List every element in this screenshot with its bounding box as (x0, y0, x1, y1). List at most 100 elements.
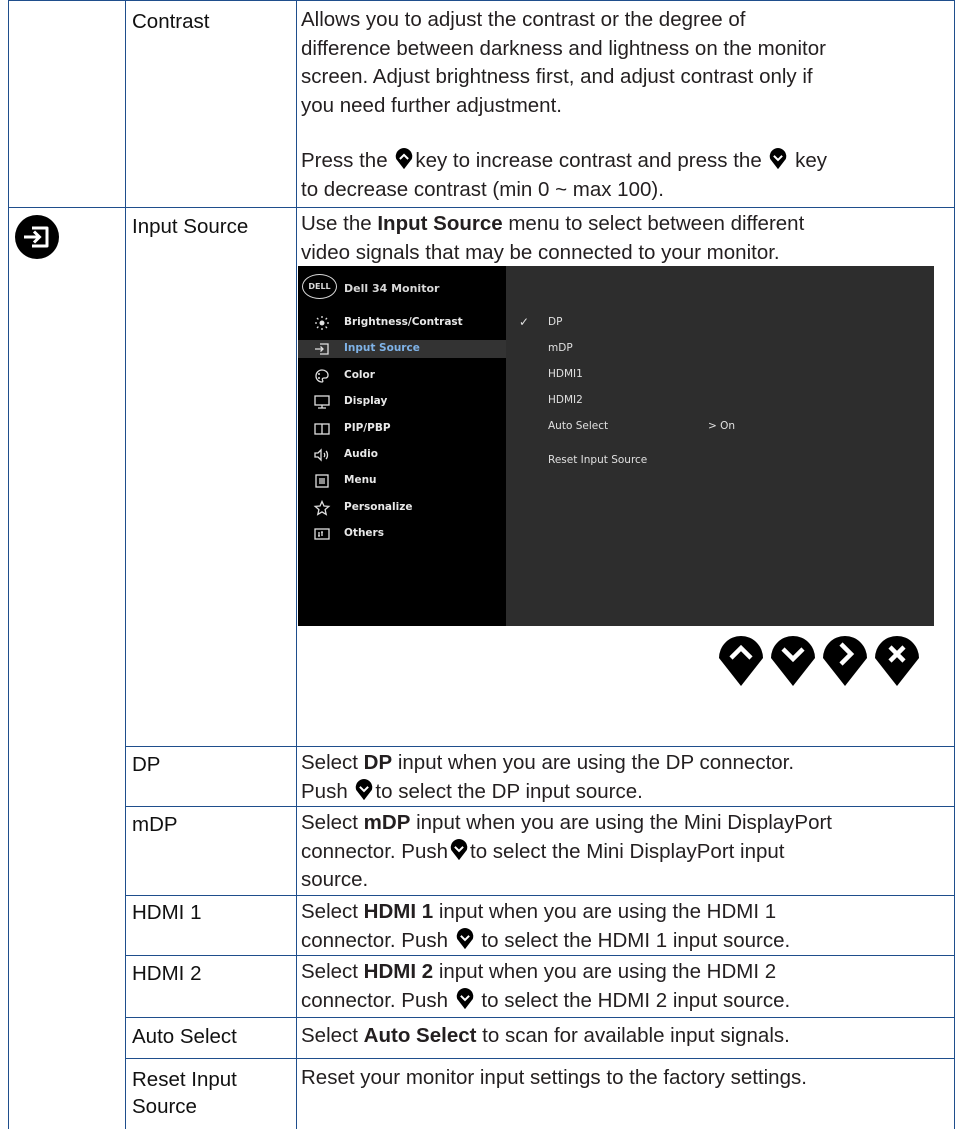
text-fragment: key (795, 149, 828, 172)
text-fragment: Use the (301, 212, 378, 235)
row-label-contrast: Contrast (132, 10, 210, 33)
text-line: video signals that may be connected to y… (301, 240, 780, 264)
hdmi2-description: Select HDMI 2 input when you are using t… (301, 958, 951, 1015)
text-line: Select HDMI 2 input when you are using t… (301, 958, 951, 987)
text-line: Allows you to adjust the contrast or the… (301, 8, 746, 31)
osd-menu-item[interactable]: Others (298, 525, 506, 543)
row-divider (125, 1017, 954, 1018)
down-button-icon (356, 778, 373, 800)
text-fragment: input when you are using the HDMI 1 (433, 900, 777, 923)
pip-pbp-icon (314, 422, 330, 435)
reset-input-source-description: Reset your monitor input settings to the… (301, 1066, 807, 1089)
row-label-input-source: Input Source (132, 215, 249, 238)
osd-menu-item[interactable]: Display (298, 393, 506, 411)
osd-option[interactable]: DP (548, 316, 562, 328)
text-line: Press the key to increase contrast and p… (301, 147, 951, 176)
text-line: connector. Push to select the Mini Displa… (301, 838, 951, 867)
input-source-icon (15, 215, 59, 259)
mdp-description: Select mDP input when you are using the … (301, 809, 951, 895)
osd-option-value: > On (708, 420, 736, 432)
osd-menu-item[interactable]: Menu (298, 472, 506, 490)
speaker-icon (314, 448, 329, 462)
osd-option[interactable]: HDMI2 (548, 394, 583, 406)
text-line: Reset Input (132, 1068, 237, 1091)
bold-term: Auto Select (363, 1024, 477, 1047)
osd-option[interactable]: Auto Select (548, 420, 608, 432)
contrast-instructions: Press the key to increase contrast and p… (301, 147, 951, 204)
osd-menu-item[interactable]: Input Source (298, 340, 506, 359)
row-divider (125, 746, 954, 747)
bold-term: Input Source (377, 212, 503, 235)
dell-logo: DELL (302, 274, 337, 299)
table-border-col1 (125, 0, 126, 1129)
text-line: Source (132, 1095, 197, 1118)
text-fragment: key to increase contrast and press the (415, 149, 762, 172)
bold-term: HDMI 2 (363, 960, 434, 983)
osd-menu-item-label: Input Source (344, 342, 420, 355)
text-fragment: Select (301, 1024, 364, 1047)
text-fragment: Select (301, 811, 364, 834)
contrast-description: Allows you to adjust the contrast or the… (301, 6, 951, 120)
row-label-reset-input-source: Reset Input Source (132, 1066, 237, 1120)
down-button-icon (456, 987, 473, 1009)
osd-menu-item-label: Display (344, 395, 388, 408)
bold-term: HDMI 1 (363, 900, 434, 923)
hdmi1-description: Select HDMI 1 input when you are using t… (301, 898, 951, 955)
text-fragment: Press the (301, 149, 388, 172)
text-line: Select Auto Select to scan for available… (301, 1022, 951, 1051)
text-fragment: input when you are using the DP connecto… (392, 751, 795, 774)
osd-menu-item[interactable]: Brightness/Contrast (298, 314, 506, 332)
osd-menu-screenshot: DELL Dell 34 Monitor Brightness/Contrast… (298, 266, 934, 626)
row-divider (8, 207, 954, 208)
row-divider (125, 895, 954, 896)
text-fragment: menu to select between different (502, 212, 805, 235)
osd-menu-item[interactable]: Audio (298, 446, 506, 464)
down-button-icon (450, 838, 468, 860)
row-label-mdp: mDP (132, 813, 178, 836)
text-line: Push to select the DP input source. (301, 778, 951, 807)
text-line: you need further adjustment. (301, 93, 562, 117)
input-source-icon (315, 343, 329, 356)
osd-menu-item-label: Others (344, 527, 384, 540)
up-button-icon (396, 148, 413, 170)
check-icon: ✓ (519, 315, 530, 329)
row-divider (125, 955, 954, 956)
up-button-icon (719, 636, 763, 686)
text-fragment: to scan for available input signals. (476, 1024, 790, 1047)
text-fragment: connector. Push (301, 839, 449, 863)
text-line: source. (301, 868, 369, 891)
row-label-dp: DP (132, 753, 161, 776)
right-button-icon (823, 636, 867, 686)
down-button-icon (456, 927, 473, 949)
text-line: connector. Push to select the HDMI 2 inp… (301, 987, 951, 1016)
row-label-hdmi2: HDMI 2 (132, 962, 202, 985)
osd-option[interactable]: HDMI1 (548, 368, 583, 380)
row-label-hdmi1: HDMI 1 (132, 901, 202, 924)
osd-option[interactable]: Reset Input Source (548, 454, 647, 466)
text-fragment: to select the Mini DisplayPort input (470, 839, 785, 863)
text-line: Select DP input when you are using the D… (301, 749, 951, 778)
text-line: screen. Adjust brightness first, and adj… (301, 65, 813, 88)
osd-menu-item[interactable]: Color (298, 367, 506, 385)
table-border-right (954, 0, 955, 1129)
osd-menu-item[interactable]: PIP/PBP (298, 420, 506, 438)
osd-menu-item-label: Personalize (344, 500, 413, 513)
osd-menu-item-label: Brightness/Contrast (344, 316, 463, 328)
text-fragment: Select (301, 751, 364, 774)
osd-menu-item-label: Audio (344, 448, 378, 460)
text-fragment: to select the HDMI 1 input source. (475, 928, 791, 952)
auto-select-description: Select Auto Select to scan for available… (301, 1022, 951, 1051)
text-fragment: to select the DP input source. (375, 779, 643, 803)
osd-menu-item[interactable]: Personalize (298, 499, 506, 517)
osd-options-panel: ✓ DP mDP HDMI1 HDMI2 Auto Select > On Reset Inp… (506, 266, 934, 626)
down-button-icon (771, 636, 815, 686)
row-label-auto-select: Auto Select (132, 1025, 237, 1048)
text-fragment: Select (301, 900, 364, 923)
display-icon (314, 395, 330, 409)
osd-menu-item-label: Color (344, 368, 375, 381)
bold-term: DP (363, 751, 393, 774)
osd-option[interactable]: mDP (548, 342, 573, 354)
bold-term: mDP (363, 811, 411, 834)
text-fragment: Select (301, 960, 364, 983)
text-fragment: Push (301, 779, 354, 803)
